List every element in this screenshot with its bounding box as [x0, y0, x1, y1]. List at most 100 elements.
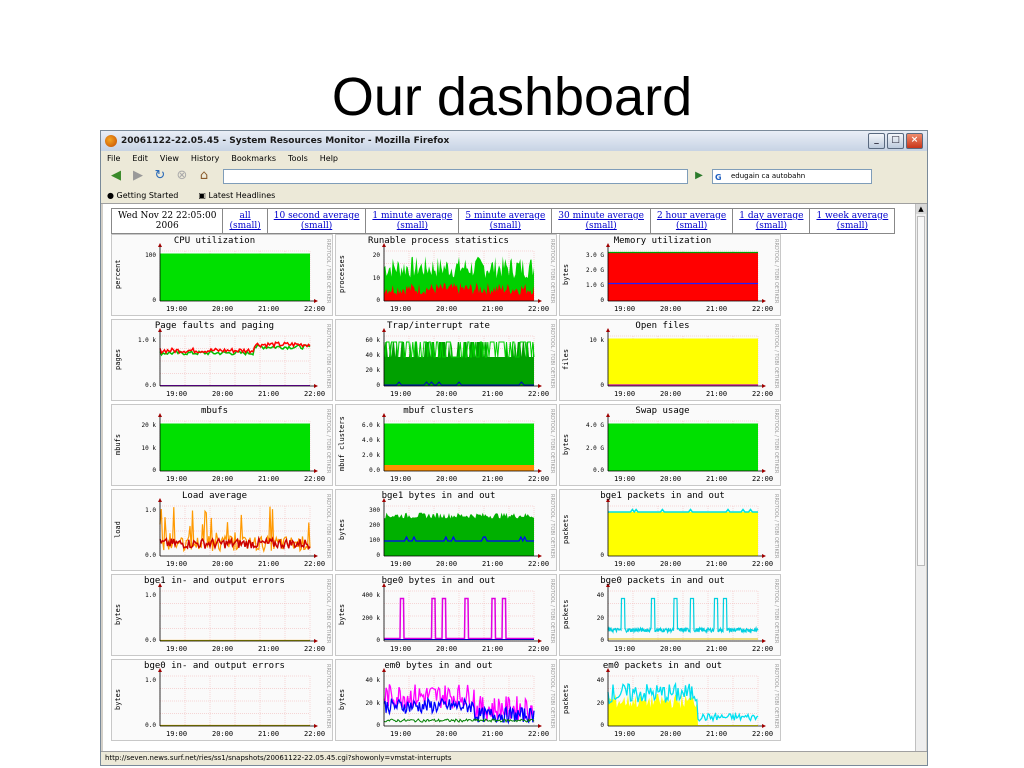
x-tick-label: 20:00: [436, 645, 458, 653]
x-tick-label: 19:00: [390, 475, 412, 483]
home-icon[interactable]: ⌂: [195, 168, 213, 184]
link-all-small[interactable]: (small): [229, 221, 260, 231]
link-5m[interactable]: 5 minute average: [465, 211, 545, 221]
series-area: [160, 423, 310, 471]
scroll-thumb[interactable]: [917, 216, 925, 566]
rrdtool-credit: RRDTOOL / TOBI OETIKER: [773, 494, 779, 559]
graph-panel[interactable]: bge0 bytes in and out bytes 400 k 200 k 0 19:…: [335, 574, 557, 656]
y-axis-label: bytes: [562, 433, 570, 455]
x-tick-label: 22:00: [304, 730, 326, 738]
search-input[interactable]: G edugain ca autobahn: [712, 168, 872, 184]
maximize-button[interactable]: □: [887, 133, 904, 149]
graph-panel[interactable]: bge1 in- and output errors bytes 1.0 0.0 19:…: [111, 574, 333, 656]
menu-file[interactable]: File: [107, 154, 120, 163]
graph-title: em0 bytes in and out: [384, 661, 493, 671]
menu-tools[interactable]: Tools: [288, 154, 308, 163]
link-10s[interactable]: 10 second average: [274, 211, 360, 221]
graph-title: Swap usage: [635, 406, 690, 416]
scroll-up-icon[interactable]: ▲: [916, 204, 926, 214]
graph-panel[interactable]: Runable process statistics processes 20 10 0…: [335, 234, 557, 316]
x-tick-label: 19:00: [614, 390, 636, 398]
rrdtool-credit: RRDTOOL / TOBI OETIKER: [773, 579, 779, 644]
y-axis-label: bytes: [338, 688, 346, 710]
status-bar: http://seven.news.surf.net/ries/ss1/snap…: [101, 751, 927, 765]
graph-panel[interactable]: bge1 bytes in and out bytes 300 200 100 0 19:0…: [335, 489, 557, 571]
close-button[interactable]: ×: [906, 133, 923, 149]
y-tick-label: 20 k: [365, 699, 380, 707]
graph-panel[interactable]: em0 bytes in and out bytes 40 k 20 k 0 19:00 2…: [335, 659, 557, 741]
graph-panel[interactable]: Swap usage bytes 4.0 G 2.0 G 0.0 19:00 20:00 21…: [559, 404, 781, 486]
y-tick-label: 2.0 G: [585, 267, 604, 274]
link-2h[interactable]: 2 hour average: [657, 211, 726, 221]
graph-title: Runable process statistics: [368, 236, 509, 246]
link-10s-small[interactable]: (small): [301, 221, 332, 231]
date-line2: 2006: [155, 221, 179, 231]
graph-panel[interactable]: bge0 in- and output errors bytes 1.0 0.0 19:…: [111, 659, 333, 741]
link-5m-small[interactable]: (small): [490, 221, 521, 231]
link-1w-small[interactable]: (small): [837, 221, 868, 231]
menu-view[interactable]: View: [160, 154, 179, 163]
x-axis-arrow: [762, 299, 766, 303]
graph-panel[interactable]: em0 packets in and out packets 40 20 0 19:00 2…: [559, 659, 781, 741]
link-1m[interactable]: 1 minute average: [372, 211, 452, 221]
y-tick-label: 0: [152, 467, 156, 474]
stop-icon[interactable]: ⊗: [173, 168, 191, 184]
bookmark-getting-started[interactable]: ● Getting Started: [107, 191, 188, 200]
link-30m-small[interactable]: (small): [585, 221, 616, 231]
menu-bookmarks[interactable]: Bookmarks: [231, 154, 276, 163]
forward-icon[interactable]: ▶: [129, 168, 147, 184]
graph-title: Memory utilization: [613, 236, 712, 246]
link-1m-small[interactable]: (small): [397, 221, 428, 231]
y-tick-label: 0.0: [145, 552, 156, 559]
x-axis-arrow: [314, 554, 318, 558]
x-tick-label: 20:00: [212, 645, 234, 653]
graph-title: Open files: [635, 321, 690, 331]
x-tick-label: 22:00: [752, 305, 774, 313]
graph-panel[interactable]: CPU utilization percent 100 0 19:00 20:00 21:0…: [111, 234, 333, 316]
x-tick-label: 19:00: [166, 475, 188, 483]
vertical-scrollbar[interactable]: ▲: [915, 204, 926, 754]
rrdtool-credit: RRDTOOL / TOBI OETIKER: [773, 409, 779, 474]
y-tick-label: 0.0: [145, 722, 156, 729]
minimize-button[interactable]: _: [868, 133, 885, 149]
x-tick-label: 22:00: [752, 390, 774, 398]
go-icon[interactable]: ▶: [692, 169, 706, 183]
y-tick-label: 1.0 G: [585, 282, 604, 289]
x-tick-label: 22:00: [304, 305, 326, 313]
back-icon[interactable]: ◀: [107, 168, 125, 184]
graph-panel[interactable]: bge0 packets in and out packets 40 20 0 19:00…: [559, 574, 781, 656]
reload-icon[interactable]: ↻: [151, 168, 169, 184]
link-2h-small[interactable]: (small): [676, 221, 707, 231]
link-all[interactable]: all: [240, 211, 251, 221]
graph-panel[interactable]: bge1 packets in and out packets 0 19:00 20:0…: [559, 489, 781, 571]
bookmark-latest-headlines[interactable]: ▣ Latest Headlines: [198, 191, 285, 200]
graph-panel[interactable]: Load average load 1.0 0.0 19:00 20:00 21:00 22:…: [111, 489, 333, 571]
graph-panel[interactable]: Memory utilization bytes 3.0 G 2.0 G 1.0 G 0 1…: [559, 234, 781, 316]
search-engine-icon[interactable]: G: [715, 171, 722, 184]
graph-panel[interactable]: mbufs mbufs 20 k 10 k 0 19:00 20:00 21:00 22:00 R…: [111, 404, 333, 486]
link-1w[interactable]: 1 week average: [816, 211, 888, 221]
y-tick-label: 6.0 k: [361, 422, 380, 429]
x-tick-label: 21:00: [258, 730, 280, 738]
menu-edit[interactable]: Edit: [132, 154, 148, 163]
graph-panel[interactable]: Page faults and paging pages 1.0 k 0.0 19:00…: [111, 319, 333, 401]
y-tick-label: 100: [369, 537, 380, 544]
link-1d[interactable]: 1 day average: [739, 211, 803, 221]
graph-panel[interactable]: Open files files 10 k 0 19:00 20:00 21:00 22:00…: [559, 319, 781, 401]
menu-history[interactable]: History: [191, 154, 219, 163]
rrdtool-credit: RRDTOOL / TOBI OETIKER: [549, 324, 555, 389]
menu-help[interactable]: Help: [320, 154, 338, 163]
y-tick-label: 0.0: [369, 467, 380, 474]
link-30m[interactable]: 30 minute average: [558, 211, 644, 221]
y-tick-label: 200 k: [361, 614, 380, 622]
url-input[interactable]: [223, 168, 688, 184]
y-tick-label: 20: [596, 614, 604, 622]
series-area: [608, 512, 758, 556]
graph-panel[interactable]: mbuf clusters mbuf clusters 6.0 k 4.0 k 2.0 …: [335, 404, 557, 486]
y-axis-label: packets: [562, 514, 570, 544]
x-tick-label: 19:00: [614, 560, 636, 568]
y-tick-label: 0: [600, 637, 604, 644]
graph-panel[interactable]: Trap/interrupt rate 60 k 40 k 20 k 0 19:00 20:…: [335, 319, 557, 401]
y-tick-label: 20 k: [141, 422, 156, 429]
link-1d-small[interactable]: (small): [756, 221, 787, 231]
